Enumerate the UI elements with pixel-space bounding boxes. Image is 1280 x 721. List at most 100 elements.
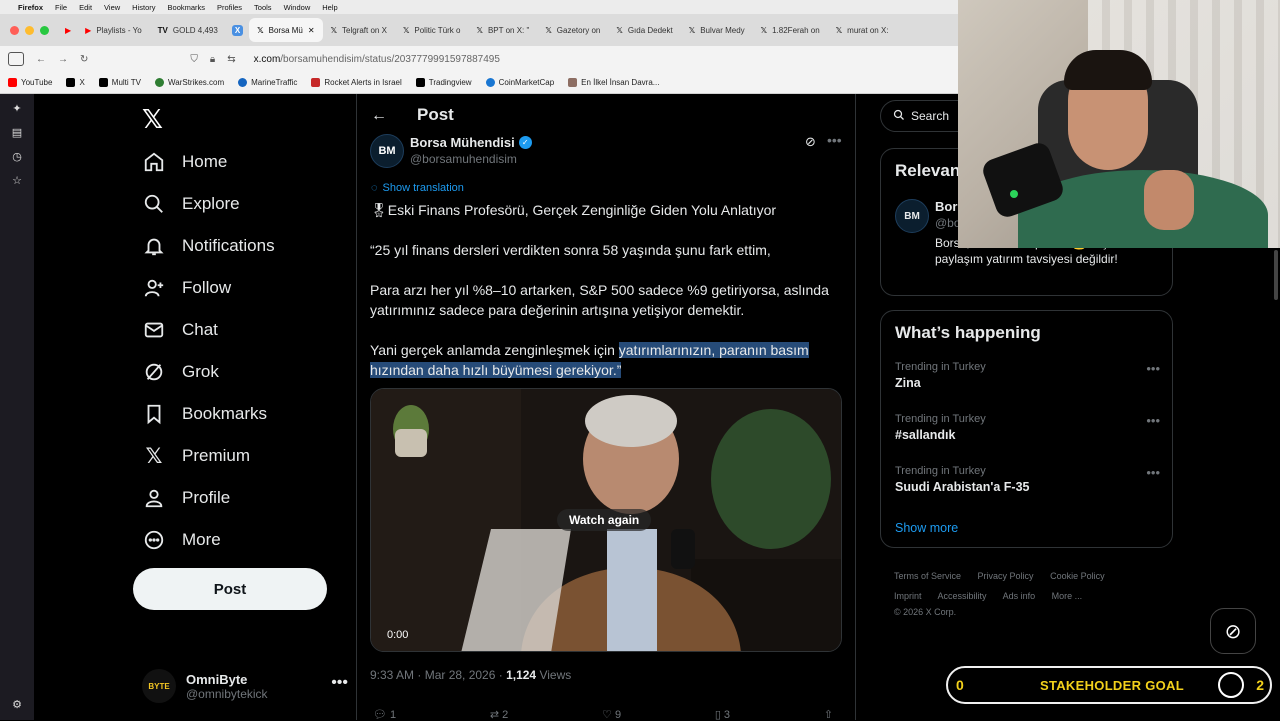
repost-button[interactable]: ⇄ 2 [490,708,508,721]
footer-terms-link[interactable]: Terms of Service [894,571,961,581]
more-dots-icon[interactable]: ••• [1146,413,1160,428]
minimize-window-button[interactable] [25,25,34,35]
lock-icon[interactable]: 🔒︎ [210,54,215,65]
nav-grok[interactable]: Grok [142,360,219,384]
x-icon: 𝕏 [835,25,843,35]
menu-profiles[interactable]: Profiles [217,3,242,12]
bookmark-marinetraffic[interactable]: MarineTraffic [238,78,297,87]
relevant-avatar[interactable]: BM [895,199,929,233]
menu-file[interactable]: File [55,3,67,12]
forward-arrow-icon[interactable]: → [58,54,68,65]
settings-gear-icon[interactable]: ⚙ [10,698,24,712]
ai-sparkle-icon[interactable]: ✦ [10,102,24,116]
tab-telgraft[interactable]: 𝕏 Telgraft on X [323,18,395,42]
profile-icon [142,486,166,510]
history-icon[interactable]: ◷ [10,150,24,164]
account-switcher[interactable]: BYTE OmniByte @omnibytekick ••• [142,666,348,706]
tab-bpt[interactable]: 𝕏 BPT on X: " [468,18,537,42]
author-handle[interactable]: @borsamuhendisim [410,152,517,166]
post-timestamp[interactable]: 9:33 AM · Mar 28, 2026 · [370,668,506,682]
bookmark-label: Rocket Alerts in Israel [324,78,402,87]
menu-edit[interactable]: Edit [79,3,92,12]
nav-chat[interactable]: Chat [142,318,218,342]
permissions-icon[interactable]: ⇆ [227,54,235,65]
nav-home[interactable]: Home [142,150,227,174]
bookmark-rocket-alerts[interactable]: Rocket Alerts in Israel [311,78,402,87]
footer-privacy-link[interactable]: Privacy Policy [978,571,1034,581]
nav-notifications[interactable]: Notifications [142,234,275,258]
tab-pinned-x[interactable]: X [226,18,249,42]
tab-ferah[interactable]: 𝕏 1.82Ferah on [753,18,828,42]
close-window-button[interactable] [10,25,19,35]
menu-help[interactable]: Help [322,3,337,12]
footer-ads-info-link[interactable]: Ads info [1003,591,1036,601]
x-logo-icon[interactable]: 𝕏 [142,104,163,135]
tabs-icon[interactable]: ▤ [10,126,24,140]
more-dots-icon[interactable]: ••• [827,132,842,148]
bookmark-youtube[interactable]: YouTube [8,78,52,87]
menu-view[interactable]: View [104,3,120,12]
more-dots-icon[interactable]: ••• [1146,465,1160,480]
menu-tools[interactable]: Tools [254,3,272,12]
reply-button[interactable]: 💬︎ 1 [373,708,396,721]
author-avatar[interactable]: BM [370,134,404,168]
video-player[interactable]: Watch again 0:00 [370,388,842,652]
nav-bookmarks[interactable]: Bookmarks [142,402,267,426]
nav-more[interactable]: More [142,528,221,552]
menu-window[interactable]: Window [284,3,311,12]
tab-playlists[interactable]: ▶ Playlists - Yo [77,18,150,42]
more-dots-icon[interactable]: ••• [331,674,348,692]
bookmark-x[interactable]: X [66,78,85,87]
tab-gida[interactable]: 𝕏 Gıda Dedekt [608,18,680,42]
nav-explore[interactable]: Explore [142,192,240,216]
watch-again-button[interactable]: Watch again [557,509,652,531]
footer-cookie-link[interactable]: Cookie Policy [1050,571,1105,581]
tab-politic[interactable]: 𝕏 Politic Türk o [395,18,469,42]
share-button[interactable]: ⇧ [824,708,833,721]
menu-bookmarks[interactable]: Bookmarks [168,3,206,12]
relevant-name[interactable]: Bor [935,199,957,214]
nav-follow[interactable]: Follow [142,276,231,300]
maximize-window-button[interactable] [40,25,49,35]
sidebar-toggle-icon[interactable] [8,52,24,66]
trend-item[interactable]: Trending in Turkey #sallandık ••• [895,413,1160,442]
nav-premium[interactable]: 𝕏 Premium [142,444,250,468]
bookmark-warstrikes[interactable]: WarStrikes.com [154,78,224,87]
tab-pinned-youtube[interactable]: ▶ [59,18,77,42]
tab-borsa-active[interactable]: 𝕏 Borsa Mü ✕ [249,18,323,42]
star-icon[interactable]: ☆ [10,174,24,188]
nav-profile[interactable]: Profile [142,486,230,510]
more-dots-icon[interactable]: ••• [1146,361,1160,376]
trend-item[interactable]: Trending in Turkey Zina ••• [895,361,1160,390]
tab-murat[interactable]: 𝕏murat on X: [828,18,897,42]
grok-floating-button[interactable]: ⊘ [1210,608,1256,654]
page-scrollbar[interactable] [1274,250,1278,300]
tab-bulvar[interactable]: 𝕏 Bulvar Medy [681,18,753,42]
like-button[interactable]: ♡ 9 [602,708,621,721]
back-arrow-icon[interactable]: ← [36,54,46,65]
bookmark-tradingview[interactable]: Tradingview [415,78,472,87]
bookmark-coinmarketcap[interactable]: CoinMarketCap [485,78,555,87]
tab-gold[interactable]: TV GOLD 4,493 [150,18,226,42]
footer-more-link[interactable]: More ... [1052,591,1083,601]
shield-icon[interactable]: ⛉ [190,54,198,65]
close-tab-icon[interactable]: ✕ [308,26,315,35]
menu-history[interactable]: History [132,3,155,12]
tab-gazetory[interactable]: 𝕏 Gazetory on [537,18,608,42]
bookmark-multitv[interactable]: Multi TV [98,78,141,87]
show-translation-link[interactable]: ◌ Show translation [371,182,464,194]
bookmark-ilkel[interactable]: En İlkel İnsan Davra... [568,78,659,87]
menu-app-name[interactable]: Firefox [18,3,43,12]
reload-icon[interactable]: ↻ [80,54,88,65]
author-name-row[interactable]: Borsa Mühendisi ✓ [410,135,532,150]
footer-imprint-link[interactable]: Imprint [894,591,922,601]
footer-accessibility-link[interactable]: Accessibility [938,591,987,601]
grok-icon[interactable]: ⊘ [805,134,816,150]
trend-item[interactable]: Trending in Turkey Suudi Arabistan'a F-3… [895,465,1160,494]
url-field[interactable]: x.com/borsamuhendisim/status/20377799915… [254,54,500,65]
bookmark-button[interactable]: ▯ 3 [715,708,730,721]
show-more-link[interactable]: Show more [895,521,958,535]
back-arrow-icon[interactable]: ← [371,107,387,125]
post-button[interactable]: Post [133,568,327,610]
bookmark-label: CoinMarketCap [498,78,555,87]
